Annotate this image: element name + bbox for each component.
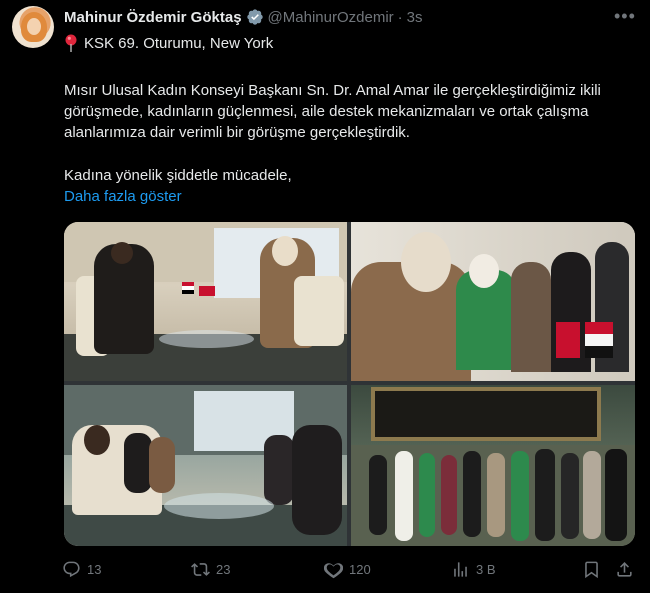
bookmark-icon: [585, 561, 598, 579]
author-handle[interactable]: @MahinurOzdemir: [268, 9, 394, 26]
media-grid: [64, 222, 635, 546]
author-avatar[interactable]: [12, 6, 54, 48]
views-button[interactable]: 3 B: [451, 560, 496, 579]
tweet-body-line2: Kadına yönelik şiddetle mücadele,: [64, 167, 292, 184]
photo-1[interactable]: [64, 222, 347, 381]
reply-button[interactable]: 13: [62, 560, 101, 579]
tweet-header: Mahinur Özdemir Göktaş @MahinurOzdemir ·…: [64, 8, 422, 26]
repost-icon: [191, 563, 210, 576]
repost-button[interactable]: 23: [191, 560, 230, 579]
tweet-time[interactable]: 3s: [407, 9, 423, 26]
author-name[interactable]: Mahinur Özdemir Göktaş: [64, 9, 242, 26]
more-dots-icon[interactable]: •••: [614, 6, 635, 26]
tweet-actions: 13 23 120 3 B: [62, 560, 638, 582]
round-pushpin-icon: [65, 34, 77, 52]
heart-icon: [324, 563, 343, 579]
photo-4[interactable]: [351, 385, 635, 546]
reply-count: 13: [87, 562, 102, 577]
like-button[interactable]: 120: [324, 560, 371, 579]
verified-badge-icon: [246, 9, 263, 25]
tweet-body: Mısır Ulusal Kadın Konseyi Başkanı Sn. D…: [64, 82, 601, 141]
repost-count: 23: [216, 562, 231, 577]
views-count: 3 B: [476, 562, 496, 577]
reply-icon: [63, 561, 80, 578]
photo-3[interactable]: [64, 385, 347, 546]
views-icon: [454, 562, 467, 577]
location-text: KSK 69. Oturumu, New York: [84, 34, 274, 52]
location-line: KSK 69. Oturumu, New York: [64, 34, 273, 52]
like-count: 120: [349, 562, 371, 577]
bookmark-button[interactable]: [582, 560, 607, 579]
photo-2[interactable]: [351, 222, 635, 381]
show-more-link[interactable]: Daha fazla göster: [64, 188, 182, 205]
share-button[interactable]: [615, 560, 640, 579]
separator-dot: ·: [397, 8, 403, 26]
share-icon: [617, 562, 632, 577]
